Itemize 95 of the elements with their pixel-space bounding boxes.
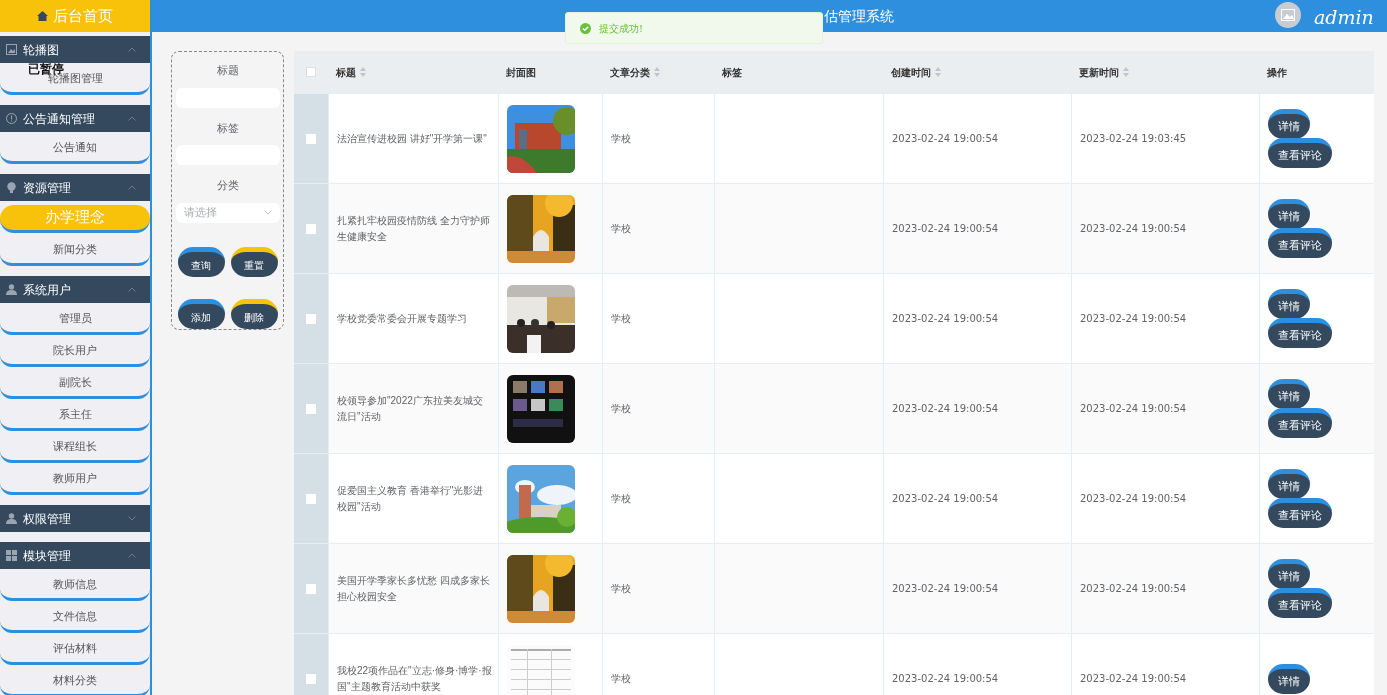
paused-label: 已暂停 (28, 63, 64, 75)
table-cell-text: 我校22项作品在"立志·修身·博学·报国"主题教育活动中获奖 (337, 663, 492, 694)
table-cell-text: 学校 (611, 402, 631, 416)
checkbox[interactable] (306, 403, 316, 414)
checkbox[interactable] (306, 313, 316, 324)
button[interactable]: 查看评论 (1268, 318, 1332, 348)
table-cell-text: 扎紧扎牢校园疫情防线 全力守护师生健康安全 (337, 213, 491, 244)
column-header[interactable]: 标题 (336, 64, 356, 80)
table-cell-text: 法治宣传进校园 讲好"开学第一课" (337, 131, 487, 146)
success-icon (580, 22, 591, 34)
field-label: 分类 (216, 178, 239, 193)
button[interactable]: 查看评论 (1268, 498, 1332, 528)
menu-item[interactable]: 材料分类 (0, 667, 150, 695)
button[interactable]: 查看评论 (1268, 138, 1332, 168)
table-cell-text: 学校 (611, 492, 631, 506)
table-cell-text: 2023-02-24 19:00:54 (1080, 672, 1187, 686)
menu-group-header[interactable]: 权限管理 (0, 505, 150, 532)
table-cell-text: 2023-02-24 19:00:54 (892, 312, 999, 326)
field-label: 标签 (216, 120, 239, 136)
menu-group-header[interactable]: 模块管理 (0, 542, 150, 569)
table-cell-text: 2023-02-24 19:00:54 (1080, 492, 1187, 506)
table-cell-text: 2023-02-24 19:00:54 (1080, 402, 1187, 416)
menu-group-header[interactable]: 资源管理 (0, 174, 150, 201)
checkbox[interactable] (306, 493, 316, 504)
info-icon (6, 113, 17, 124)
button[interactable]: 详情 (1268, 469, 1310, 499)
table-cell-text: 美国开学季家长多忧愁 四成多家长担心校园安全 (337, 573, 491, 604)
menu-item[interactable]: 管理员 (0, 305, 150, 335)
checkbox[interactable] (306, 67, 316, 77)
button[interactable]: 详情 (1268, 289, 1310, 319)
image-icon (6, 44, 17, 55)
table-cell-text: 2023-02-24 19:00:54 (892, 402, 999, 416)
button[interactable]: 添加 (177, 298, 225, 329)
table-cell-text: 学校 (611, 672, 631, 686)
avatar[interactable] (1275, 2, 1301, 28)
table-cell-text: 2023-02-24 19:00:54 (892, 492, 999, 506)
menu-item[interactable]: 教师用户 (0, 465, 150, 495)
menu-item[interactable]: 教师信息 (0, 571, 150, 601)
image-icon (1281, 9, 1295, 21)
table-cell-text: 2023-02-24 19:00:54 (892, 582, 999, 596)
button[interactable]: 查看评论 (1268, 408, 1332, 438)
menu-group-header[interactable]: 公告通知管理 (0, 105, 150, 132)
table-cell-text: 2023-02-24 19:00:54 (1080, 222, 1187, 236)
table-cell-text: 2023-02-24 19:00:54 (1080, 312, 1187, 326)
table-cell-text: 学校 (611, 132, 631, 146)
menu-group-header[interactable]: 轮播图 (0, 36, 150, 63)
column-header[interactable]: 操作 (1267, 64, 1287, 80)
table-cell-text: 2023-02-24 19:00:54 (892, 672, 999, 686)
button[interactable]: 查看评论 (1268, 588, 1332, 618)
menu-item[interactable]: 副院长 (0, 369, 150, 399)
grid-icon (6, 550, 17, 561)
system-title: 估管理系统 (824, 7, 894, 26)
field-label: 标题 (216, 63, 239, 78)
column-header[interactable]: 封面图 (506, 64, 536, 80)
menu-item[interactable]: 课程组长 (0, 433, 150, 463)
table-cell-text: 学校 (611, 222, 631, 236)
column-header[interactable]: 标签 (722, 64, 742, 80)
button[interactable]: 详情 (1268, 109, 1310, 139)
table-cell-text: 学校党委常委会开展专题学习 (337, 311, 467, 326)
menu-item[interactable]: 新闻分类 (0, 236, 150, 266)
table-cell-text: 学校 (611, 582, 631, 596)
menu-item[interactable]: 公告通知 (0, 134, 150, 164)
button[interactable]: 详情 (1268, 663, 1310, 694)
menu-item[interactable]: 院长用户 (0, 337, 150, 367)
menu-group-header[interactable]: 系统用户 (0, 276, 150, 303)
table-cell-text: 2023-02-24 19:03:45 (1080, 132, 1187, 146)
checkbox[interactable] (306, 223, 316, 234)
menu-item[interactable]: 系主任 (0, 401, 150, 431)
table-cell-text: 2023-02-24 19:00:54 (892, 222, 999, 236)
checkbox[interactable] (306, 673, 316, 684)
home-icon (37, 11, 48, 21)
button[interactable]: 删除 (230, 298, 278, 329)
table-cell-text: 校领导参加"2022广东拉美友城交流日"活动 (337, 393, 484, 424)
column-header[interactable]: 文章分类 (610, 64, 650, 80)
user-icon (6, 284, 17, 295)
checkbox[interactable] (306, 133, 316, 144)
table-cell-text: 2023-02-24 19:00:54 (892, 132, 999, 146)
menu-item[interactable]: 评估材料 (0, 635, 150, 665)
menu-item[interactable]: 文件信息 (0, 603, 150, 633)
bulb-icon (6, 182, 17, 193)
checkbox[interactable] (306, 583, 316, 594)
button[interactable]: 详情 (1268, 379, 1310, 409)
chevron-down-icon (263, 210, 272, 215)
button[interactable]: 详情 (1268, 199, 1310, 229)
button[interactable]: 详情 (1268, 559, 1310, 589)
button[interactable]: 查看评论 (1268, 228, 1332, 258)
table-cell-text: 促爱国主义教育 香港举行"光影进校园"活动 (337, 483, 485, 514)
button[interactable]: 重置 (230, 246, 278, 277)
toast-message: 提交成功! (599, 21, 644, 36)
column-header[interactable]: 创建时间 (891, 64, 931, 80)
column-header[interactable]: 更新时间 (1079, 64, 1119, 80)
user-icon (6, 513, 17, 524)
table-cell-text: 2023-02-24 19:00:54 (1080, 582, 1187, 596)
table-cell-text: 学校 (611, 312, 631, 326)
button[interactable]: 查询 (177, 246, 225, 277)
